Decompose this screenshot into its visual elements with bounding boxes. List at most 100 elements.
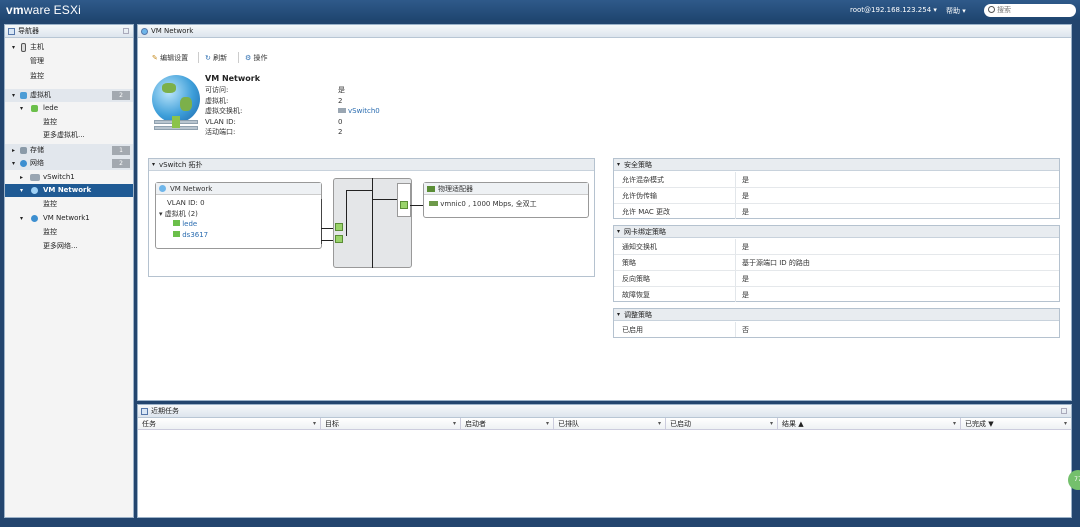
row-divider bbox=[735, 322, 736, 337]
nav-host-manage[interactable]: 管理 bbox=[5, 55, 133, 68]
policy-value: 是 bbox=[742, 291, 749, 299]
chevron-down-icon[interactable]: ▾ bbox=[20, 212, 23, 225]
minimize-icon[interactable] bbox=[123, 28, 129, 34]
recent-tasks-title-bar: 近期任务 bbox=[138, 405, 1071, 418]
field-value: 是 bbox=[338, 86, 345, 94]
vswitch-link[interactable]: vSwitch0 bbox=[338, 106, 380, 117]
policy-value: 基于源端口 ID 的路由 bbox=[742, 259, 810, 267]
column-header-task[interactable]: 任务 ▾ bbox=[138, 418, 321, 430]
nav-lede-monitor[interactable]: 监控 bbox=[5, 116, 133, 129]
chevron-down-icon: ▾ bbox=[617, 228, 621, 235]
chevron-down-icon[interactable]: ▾ bbox=[20, 102, 23, 115]
policy-value: 否 bbox=[742, 326, 749, 334]
vm-running-icon bbox=[31, 105, 38, 112]
nav-label: lede bbox=[43, 104, 59, 112]
vswitch-link-label[interactable]: vSwitch0 bbox=[348, 107, 380, 115]
vm-link[interactable]: ds3617 bbox=[182, 231, 208, 239]
chevron-down-icon[interactable]: ▾ bbox=[20, 184, 23, 197]
nav-label: 监控 bbox=[43, 228, 57, 236]
vm-running-icon bbox=[173, 231, 180, 237]
column-header-initiator[interactable]: 启动者 ▾ bbox=[461, 418, 554, 430]
vm-lede[interactable]: lede bbox=[173, 220, 197, 228]
storage-icon bbox=[20, 147, 27, 154]
vms-group[interactable]: ▾ 虚拟机 (2) bbox=[159, 209, 198, 219]
adapter-row[interactable]: vmnic0 , 1000 Mbps, 全双工 bbox=[429, 199, 537, 209]
count-badge: 2 bbox=[112, 91, 130, 100]
column-header-result[interactable]: 结果 ▲ ▾ bbox=[778, 418, 961, 430]
actions-button[interactable]: ⚙ 操作 bbox=[245, 53, 268, 63]
switch-backbone-line bbox=[372, 178, 373, 268]
nav-storage[interactable]: ▸ 存储 1 bbox=[5, 144, 133, 157]
help-menu[interactable]: 帮助 ▾ bbox=[946, 6, 966, 16]
chevron-right-icon[interactable]: ▸ bbox=[20, 171, 23, 184]
search-input[interactable]: 搜索 bbox=[984, 4, 1076, 17]
column-label: 结果 ▲ bbox=[782, 420, 804, 428]
chevron-right-icon[interactable]: ▸ bbox=[12, 144, 15, 157]
row-divider bbox=[735, 255, 736, 270]
policy-row: 允许伪传输 是 bbox=[614, 188, 1059, 204]
chevron-down-icon[interactable]: ▾ bbox=[1064, 418, 1067, 430]
chevron-down-icon[interactable]: ▾ bbox=[12, 41, 15, 54]
nav-vm-lede[interactable]: ▾ lede bbox=[5, 102, 133, 115]
policy-key: 策略 bbox=[622, 259, 636, 267]
column-label: 已排队 bbox=[558, 420, 579, 428]
nav-label: VM Network bbox=[43, 186, 92, 194]
nav-vm-network1-monitor[interactable]: 监控 bbox=[5, 226, 133, 239]
shaping-policy-header[interactable]: ▾ 调整策略 bbox=[614, 309, 1059, 321]
chevron-down-icon[interactable]: ▾ bbox=[12, 89, 15, 102]
security-policy-header[interactable]: ▾ 安全策略 bbox=[614, 159, 1059, 171]
policy-value: 是 bbox=[742, 176, 749, 184]
switch-line bbox=[346, 190, 372, 191]
policy-value: 是 bbox=[742, 243, 749, 251]
vswitch-icon bbox=[30, 174, 40, 181]
field-key: 虚拟机: bbox=[205, 96, 229, 105]
nav-label: 虚拟机 bbox=[30, 91, 51, 99]
navigator-title: 导航器 bbox=[18, 27, 39, 35]
column-header-started[interactable]: 已启动 ▾ bbox=[666, 418, 778, 430]
switch-trunk-line bbox=[346, 190, 347, 236]
row-divider bbox=[735, 287, 736, 302]
brand-vm: vm bbox=[6, 3, 24, 17]
field-key: 虚拟交换机: bbox=[205, 107, 243, 115]
nav-host[interactable]: ▾ 主机 bbox=[5, 41, 133, 54]
nav-vm-network[interactable]: ▾ VM Network bbox=[5, 184, 133, 197]
column-header-completed[interactable]: 已完成 ▼ ▾ bbox=[961, 418, 1071, 430]
chevron-down-icon[interactable]: ▾ bbox=[658, 418, 661, 430]
policy-row: 故障恢复 是 bbox=[614, 287, 1059, 303]
column-header-queued[interactable]: 已排队 ▾ bbox=[554, 418, 666, 430]
policy-value: 是 bbox=[742, 192, 749, 200]
topology-header[interactable]: ▾ vSwitch 拓扑 bbox=[149, 159, 594, 171]
chevron-down-icon[interactable]: ▾ bbox=[546, 418, 549, 430]
nav-more-networks[interactable]: 更多网络... bbox=[5, 240, 133, 253]
nav-vswitch1[interactable]: ▸ vSwitch1 bbox=[5, 171, 133, 184]
refresh-button[interactable]: ↻ 刷新 bbox=[205, 53, 227, 63]
minimize-icon[interactable] bbox=[1061, 408, 1067, 414]
network-globe-icon bbox=[31, 215, 38, 222]
chevron-down-icon[interactable]: ▾ bbox=[12, 157, 15, 170]
toolbar-divider bbox=[198, 52, 199, 63]
vm-ds3617[interactable]: ds3617 bbox=[173, 231, 208, 239]
main-title-bar: VM Network bbox=[138, 25, 1071, 38]
nav-label: 监控 bbox=[43, 200, 57, 208]
chevron-down-icon[interactable]: ▾ bbox=[453, 418, 456, 430]
chevron-down-icon[interactable]: ▾ bbox=[770, 418, 773, 430]
nav-host-monitor[interactable]: 监控 bbox=[5, 70, 133, 83]
nav-network[interactable]: ▾ 网络 2 bbox=[5, 157, 133, 170]
vm-link[interactable]: lede bbox=[182, 220, 197, 228]
nav-vm-network-monitor[interactable]: 监控 bbox=[5, 198, 133, 211]
nav-vm-network1[interactable]: ▾ VM Network1 bbox=[5, 212, 133, 225]
field-key: 可访问: bbox=[205, 86, 229, 94]
vms-label: 虚拟机 (2) bbox=[164, 210, 198, 218]
teaming-policy-panel: ▾ 网卡绑定策略 通知交换机是 策略 基于源端口 ID 的路由 反向策略是 故障恢复… bbox=[613, 225, 1060, 302]
edit-settings-button[interactable]: ✎ 编辑设置 bbox=[152, 53, 188, 63]
chevron-down-icon[interactable]: ▾ bbox=[313, 418, 316, 430]
policy-key: 允许混杂模式 bbox=[622, 176, 664, 184]
nav-vms[interactable]: ▾ 虚拟机 2 bbox=[5, 89, 133, 102]
chevron-down-icon: ▾ bbox=[617, 311, 621, 318]
user-menu[interactable]: root@192.168.123.254 ▾ bbox=[850, 6, 937, 14]
chevron-down-icon[interactable]: ▾ bbox=[953, 418, 956, 430]
column-header-target[interactable]: 目标 ▾ bbox=[321, 418, 461, 430]
teaming-policy-header[interactable]: ▾ 网卡绑定策略 bbox=[614, 226, 1059, 238]
nav-more-vms[interactable]: 更多虚拟机... bbox=[5, 129, 133, 142]
host-icon bbox=[21, 43, 26, 52]
